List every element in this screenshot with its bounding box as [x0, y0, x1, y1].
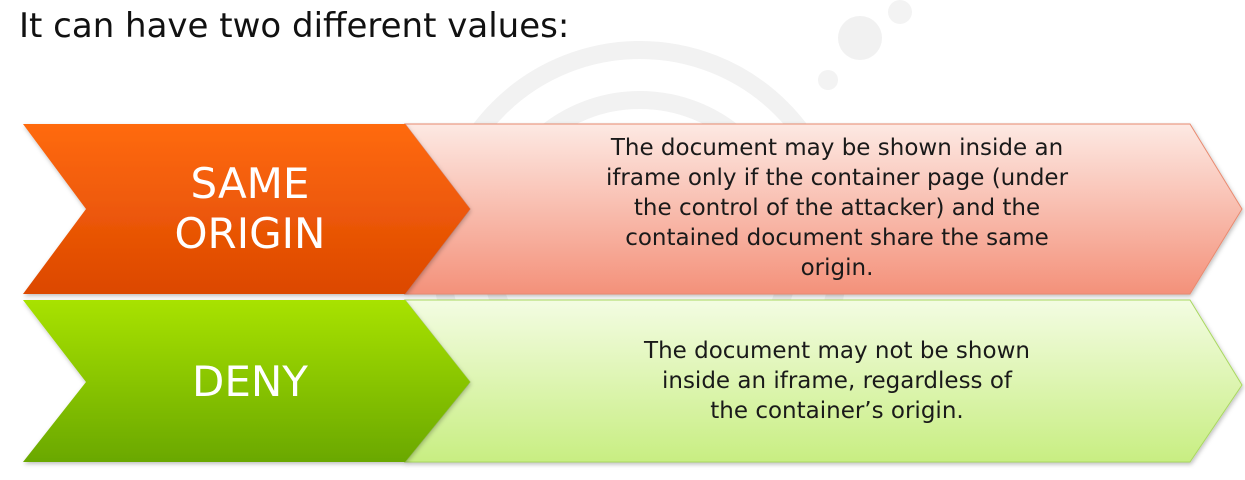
deny-description-text: The document may not be shown inside an …	[644, 338, 1030, 424]
same-origin-label: SAME ORIGIN	[174, 159, 326, 258]
same-origin-description: The document may be shown inside an ifra…	[492, 128, 1182, 288]
deny-label: DENY	[192, 357, 308, 406]
deny-description: The document may not be shown inside an …	[492, 306, 1182, 456]
slide: It can have two different values: SAME O…	[0, 0, 1245, 480]
same-origin-description-text: The document may be shown inside an ifra…	[605, 135, 1069, 281]
